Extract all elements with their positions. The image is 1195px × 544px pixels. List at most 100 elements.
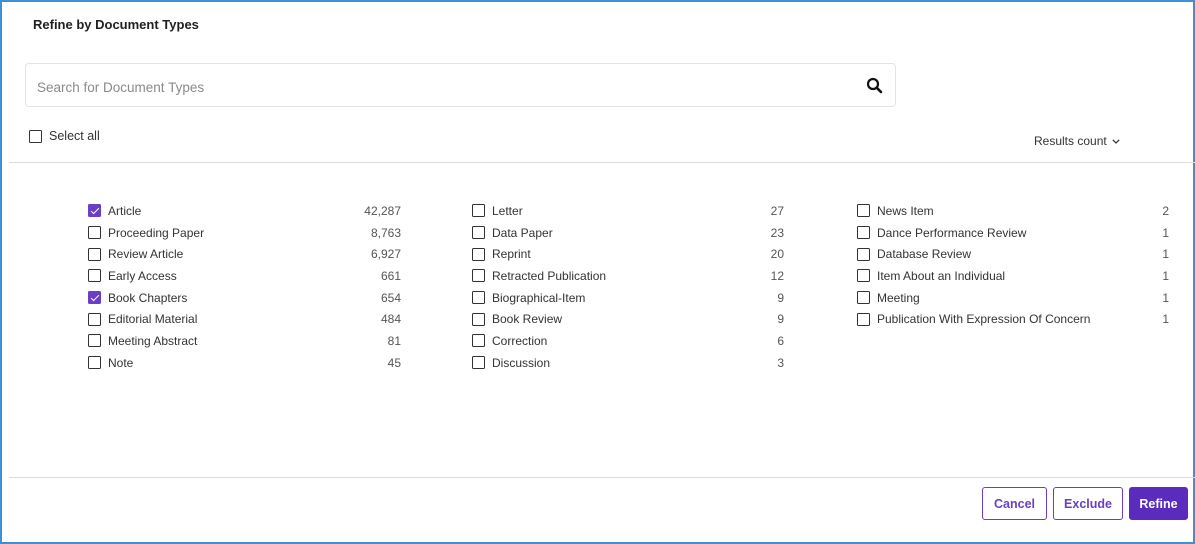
checkbox-unchecked[interactable] [857,291,870,305]
document-type-option[interactable]: Early Access 661 [88,265,401,287]
results-count-sort-dropdown[interactable]: Results count [1034,134,1120,148]
document-type-option[interactable]: News Item 2 [857,200,1169,222]
document-type-label: Discussion [492,355,551,370]
checkbox-unchecked[interactable] [472,334,485,348]
search-icon[interactable] [865,76,885,96]
document-type-option[interactable]: Book Review 9 [472,308,784,330]
checkbox-unchecked[interactable] [472,247,485,261]
checkbox-unchecked[interactable] [472,356,485,370]
document-type-count: 484 [380,312,401,327]
checkbox-unchecked[interactable] [88,226,101,240]
checkbox-unchecked[interactable] [857,312,870,326]
document-type-count: 2 [1162,203,1169,218]
document-type-count: 8,763 [370,225,401,240]
document-type-option[interactable]: Biographical-Item 9 [472,287,784,309]
document-type-option[interactable]: Dance Performance Review 1 [857,222,1169,244]
document-type-count: 27 [770,203,784,218]
document-type-count: 9 [777,312,784,327]
checkbox-unchecked[interactable] [88,334,101,348]
cancel-button[interactable]: Cancel [982,487,1047,520]
dialog-title: Refine by Document Types [33,17,199,32]
checkbox-unchecked[interactable] [472,226,485,240]
document-type-option[interactable]: Note 45 [88,352,401,374]
footer-divider [9,477,1195,478]
document-type-label: Database Review [877,247,972,262]
document-type-count: 45 [387,355,401,370]
checkbox-unchecked[interactable] [472,312,485,326]
checkbox-unchecked[interactable] [857,269,870,283]
document-type-label: Reprint [492,247,531,262]
document-type-count: 6,927 [370,247,401,262]
document-type-label: Editorial Material [108,312,198,327]
document-type-option[interactable]: Article 42,287 [88,200,401,222]
document-type-label: Retracted Publication [492,268,607,283]
chevron-down-icon [1112,138,1120,144]
document-type-count: 6 [777,333,784,348]
document-type-label: Letter [492,203,523,218]
checkbox-unchecked[interactable] [472,291,485,305]
checkbox-unchecked[interactable] [88,356,101,370]
checkbox-unchecked[interactable] [472,269,485,283]
document-type-option[interactable]: Letter 27 [472,200,784,222]
exclude-button[interactable]: Exclude [1053,487,1123,520]
checkbox-unchecked[interactable] [88,312,101,326]
document-type-count: 9 [777,290,784,305]
checkbox-checked[interactable] [88,291,101,305]
document-type-label: Early Access [108,268,177,283]
document-type-label: Book Chapters [108,290,188,305]
document-type-label: Book Review [492,312,563,327]
document-type-count: 1 [1162,312,1169,327]
document-type-count: 42,287 [364,203,401,218]
checkbox-unchecked[interactable] [857,247,870,261]
document-type-label: Data Paper [492,225,553,240]
document-type-count: 1 [1162,225,1169,240]
document-type-count: 1 [1162,290,1169,305]
document-type-column-1: Article 42,287 Proceeding Paper 8,763 Review… [88,200,401,374]
search-input[interactable] [35,76,839,98]
checkbox-checked[interactable] [88,204,101,218]
document-type-label: Biographical-Item [492,290,586,305]
document-type-option[interactable]: Discussion 3 [472,352,784,374]
search-box [25,63,896,107]
document-type-option[interactable]: Book Chapters 654 [88,287,401,309]
document-type-option[interactable]: Review Article 6,927 [88,243,401,265]
document-type-count: 20 [770,247,784,262]
document-type-option[interactable]: Reprint 20 [472,243,784,265]
document-type-count: 12 [770,268,784,283]
document-type-option[interactable]: Database Review 1 [857,243,1169,265]
document-type-label: Dance Performance Review [877,225,1027,240]
results-count-label: Results count [1034,134,1107,148]
document-type-option[interactable]: Item About an Individual 1 [857,265,1169,287]
document-type-option[interactable]: Proceeding Paper 8,763 [88,222,401,244]
select-all-box[interactable] [29,129,42,143]
document-type-label: Publication With Expression Of Concern [877,312,1091,327]
document-type-count: 81 [387,333,401,348]
document-type-label: Correction [492,333,548,348]
document-type-count: 1 [1162,247,1169,262]
checkbox-unchecked[interactable] [88,269,101,283]
document-type-count: 654 [380,290,401,305]
select-all-label: Select all [49,129,100,143]
header-divider [9,162,1195,163]
document-type-label: Proceeding Paper [108,225,205,240]
checkbox-unchecked[interactable] [88,247,101,261]
document-type-option[interactable]: Meeting Abstract 81 [88,330,401,352]
document-type-option[interactable]: Correction 6 [472,330,784,352]
document-type-label: Item About an Individual [877,268,1006,283]
document-type-count: 1 [1162,268,1169,283]
document-type-option[interactable]: Retracted Publication 12 [472,265,784,287]
document-type-label: Meeting [877,290,920,305]
checkbox-unchecked[interactable] [857,226,870,240]
document-type-option[interactable]: Meeting 1 [857,287,1169,309]
document-type-label: Article [108,203,142,218]
select-all-checkbox[interactable]: Select all [29,129,100,143]
document-type-option[interactable]: Data Paper 23 [472,222,784,244]
refine-button[interactable]: Refine [1129,487,1188,520]
document-type-option[interactable]: Publication With Expression Of Concern 1 [857,308,1169,330]
document-type-option[interactable]: Editorial Material 484 [88,308,401,330]
checkbox-unchecked[interactable] [472,204,485,218]
document-type-label: Note [108,355,134,370]
checkbox-unchecked[interactable] [857,204,870,218]
document-type-count: 23 [770,225,784,240]
document-type-label: News Item [877,203,934,218]
